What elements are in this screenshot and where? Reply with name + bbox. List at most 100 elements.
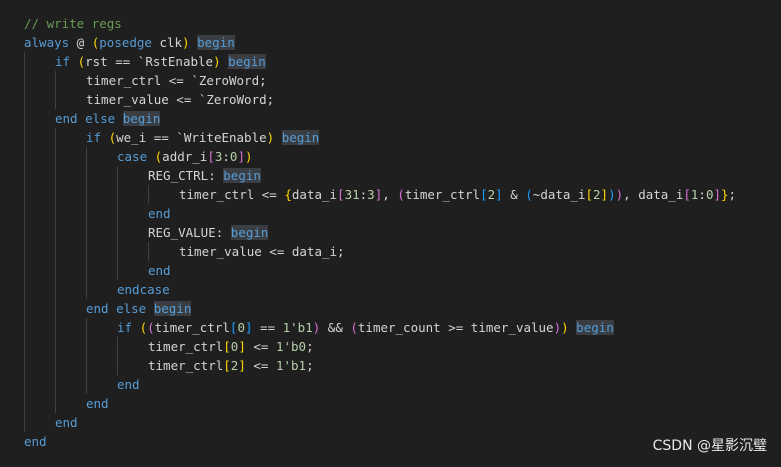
keyword-token: end	[86, 301, 109, 316]
code-editor[interactable]: // write regs always @ (posedge clk) begi…	[0, 0, 781, 467]
keyword-token: begin	[281, 130, 320, 145]
indent-guide	[117, 242, 118, 261]
code-line[interactable]: timer_ctrl[2] <= 1'b1;	[0, 356, 781, 375]
code-line[interactable]: REG_CTRL: begin	[0, 166, 781, 185]
code-line[interactable]: if (we_i == `WriteEnable) begin	[0, 128, 781, 147]
code-token: timer_ctrl	[148, 339, 224, 354]
indent-guide	[55, 185, 56, 204]
code-token: ;	[306, 339, 314, 354]
code-line[interactable]: always @ (posedge clk) begin	[0, 33, 781, 52]
keyword-token: else	[116, 301, 147, 316]
code-token: clk	[151, 35, 183, 50]
indent-guide	[55, 356, 56, 375]
indent-guide	[86, 166, 87, 185]
code-line-content: timer_ctrl <= {data_i[31:3], (timer_ctrl…	[179, 185, 736, 204]
code-token: )	[553, 320, 562, 335]
code-line-content: REG_CTRL: begin	[148, 166, 261, 185]
indent-guide	[117, 337, 118, 356]
code-token: [	[223, 358, 231, 373]
code-token: [	[223, 339, 231, 354]
keyword-token: begin	[122, 111, 161, 126]
code-line[interactable]: end	[0, 394, 781, 413]
indent-guide	[24, 71, 25, 90]
code-line-content: timer_ctrl[2] <= 1'b1;	[148, 356, 314, 375]
code-line-content: if (we_i == `WriteEnable) begin	[86, 128, 320, 147]
code-line[interactable]: case (addr_i[3:0])	[0, 147, 781, 166]
indent-guide	[55, 147, 56, 166]
indent-guide	[24, 52, 25, 71]
code-token: timer_count >= timer_value	[357, 320, 554, 335]
keyword-token: always	[24, 35, 70, 50]
indent-guide	[55, 280, 56, 299]
code-token: 3	[367, 187, 375, 202]
code-line[interactable]: end	[0, 204, 781, 223]
code-token: (	[108, 130, 117, 145]
indent-guide	[24, 261, 25, 280]
code-token: (	[139, 320, 148, 335]
code-line[interactable]: timer_ctrl[0] <= 1'b0;	[0, 337, 781, 356]
code-token: (	[147, 320, 155, 335]
indent-guide	[24, 109, 25, 128]
code-line[interactable]: end	[0, 261, 781, 280]
code-line[interactable]: end	[0, 413, 781, 432]
code-line-content: end	[55, 413, 78, 432]
indent-guide	[117, 223, 118, 242]
code-token: {	[284, 187, 292, 202]
code-line[interactable]: if ((timer_ctrl[0] == 1'b1) && (timer_co…	[0, 318, 781, 337]
code-token: timer_ctrl	[404, 187, 481, 202]
code-line[interactable]: end else begin	[0, 109, 781, 128]
indent-guide	[86, 337, 87, 356]
keyword-token: end	[55, 111, 78, 126]
code-line[interactable]: end	[0, 375, 781, 394]
code-line-content: if ((timer_ctrl[0] == 1'b1) && (timer_co…	[117, 318, 614, 337]
code-token: timer_value <= `ZeroWord;	[86, 92, 275, 107]
keyword-token: posedge	[99, 35, 152, 50]
code-token: [	[337, 187, 345, 202]
keyword-token: else	[85, 111, 116, 126]
code-line-content: end	[148, 261, 171, 280]
code-line[interactable]: timer_value <= data_i;	[0, 242, 781, 261]
code-line[interactable]: REG_VALUE: begin	[0, 223, 781, 242]
code-token: )	[213, 54, 221, 69]
code-line[interactable]: if (rst == `RstEnable) begin	[0, 52, 781, 71]
code-line[interactable]: endcase	[0, 280, 781, 299]
code-line-content: timer_ctrl[0] <= 1'b0;	[148, 337, 314, 356]
indent-guide	[148, 185, 149, 204]
code-token: [	[480, 187, 488, 202]
code-line-content: always @ (posedge clk) begin	[24, 33, 235, 52]
indent-guide	[55, 128, 56, 147]
code-token: 0	[237, 320, 245, 335]
indent-guide	[24, 90, 25, 109]
indent-guide	[24, 356, 25, 375]
code-token: timer_ctrl	[148, 358, 224, 373]
indent-guide	[55, 394, 56, 413]
code-line[interactable]: timer_value <= `ZeroWord;	[0, 90, 781, 109]
code-line-content: end	[117, 375, 140, 394]
code-line-content: end else begin	[86, 299, 192, 318]
code-token: &&	[320, 320, 351, 335]
code-line[interactable]: end else begin	[0, 299, 781, 318]
indent-guide	[55, 90, 56, 109]
keyword-token: end	[148, 263, 171, 278]
indent-guide	[24, 280, 25, 299]
code-line[interactable]: timer_ctrl <= `ZeroWord;	[0, 71, 781, 90]
code-area[interactable]: // write regs always @ (posedge clk) begi…	[0, 14, 781, 451]
indent-guide	[86, 242, 87, 261]
code-token: &	[502, 187, 526, 202]
code-line-content: end	[24, 432, 47, 451]
code-line-content: timer_value <= `ZeroWord;	[86, 90, 274, 109]
indent-guide	[55, 204, 56, 223]
code-token: 31	[344, 187, 360, 202]
code-line-content: timer_ctrl <= `ZeroWord;	[86, 71, 267, 90]
code-line[interactable]: // write regs	[0, 14, 781, 33]
code-line[interactable]: timer_ctrl <= {data_i[31:3], (timer_ctrl…	[0, 185, 781, 204]
code-token: )	[615, 187, 624, 202]
code-token: :	[698, 187, 706, 202]
code-line-content: if (rst == `RstEnable) begin	[55, 52, 266, 71]
code-line-content: timer_value <= data_i;	[179, 242, 345, 261]
